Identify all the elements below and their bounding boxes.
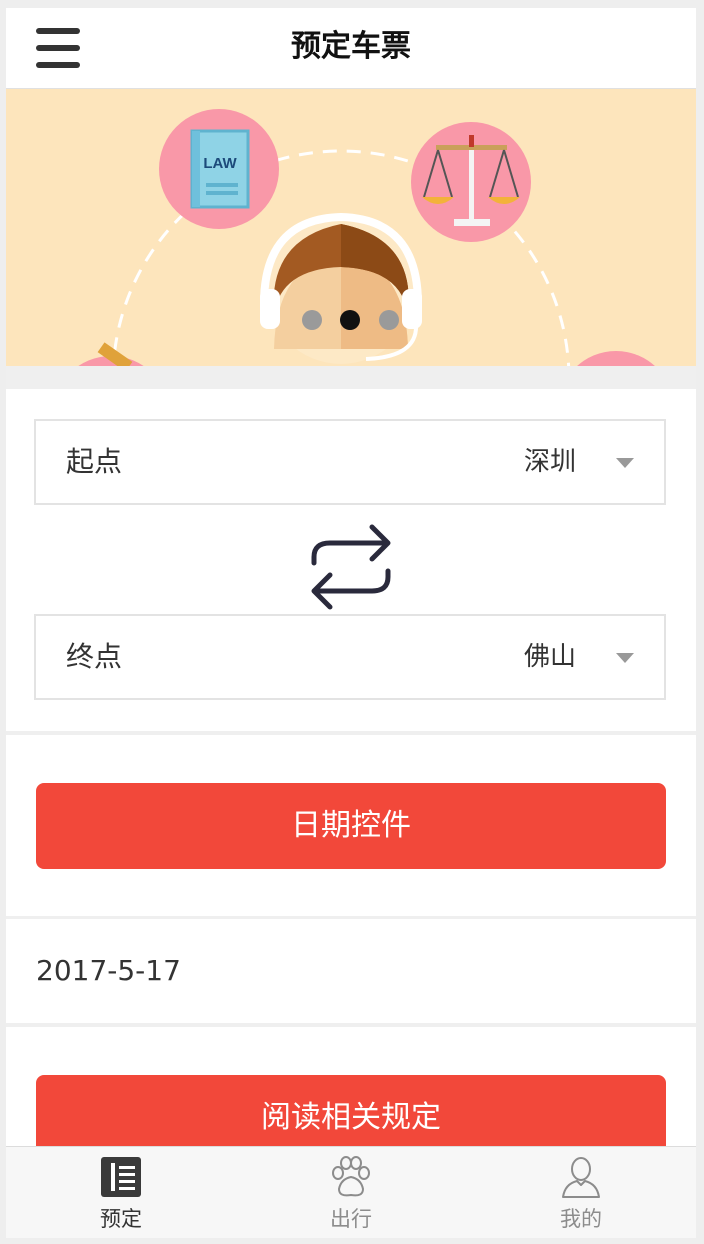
tab-reserve-label: 预定: [100, 1207, 142, 1231]
route-card: 起点 深圳 终点 佛山: [6, 389, 696, 731]
paw-icon: [332, 1156, 370, 1197]
selected-date: 2017-5-17: [36, 954, 181, 987]
chevron-down-icon: [616, 653, 634, 663]
chevron-down-icon: [616, 458, 634, 468]
swap-icon[interactable]: [306, 519, 396, 615]
tab-reserve[interactable]: 预定: [6, 1147, 236, 1238]
origin-value: 深圳: [523, 447, 576, 477]
header: 预定车票: [6, 8, 696, 89]
tab-mine[interactable]: 我的: [466, 1147, 696, 1238]
destination-value: 佛山: [523, 642, 576, 672]
destination-select[interactable]: 终点 佛山: [34, 614, 666, 700]
destination-label: 终点: [66, 640, 123, 673]
selected-date-card: 2017-5-17: [6, 919, 696, 1023]
date-picker-button[interactable]: 日期控件: [36, 783, 666, 869]
tab-mine-label: 我的: [560, 1207, 602, 1231]
book-label: LAW: [203, 155, 237, 172]
origin-select[interactable]: 起点 深圳: [34, 419, 666, 505]
bottom-tab-bar: 预定 出行 我的: [6, 1146, 696, 1238]
page-title: 预定车票: [291, 29, 411, 64]
user-icon: [562, 1157, 600, 1198]
date-picker-card: 日期控件: [6, 735, 696, 916]
rules-card: 阅读相关规定: [6, 1027, 696, 1161]
tab-travel-label: 出行: [330, 1207, 372, 1231]
origin-label: 起点: [66, 445, 123, 478]
tab-travel[interactable]: 出行: [236, 1147, 466, 1238]
app-frame: 预定车票 LAW 起点 深圳 终点 佛山 日期控件 2017-5-17 阅读相关…: [6, 8, 696, 1238]
list-icon: [101, 1157, 141, 1197]
banner-image: LAW: [6, 89, 696, 366]
